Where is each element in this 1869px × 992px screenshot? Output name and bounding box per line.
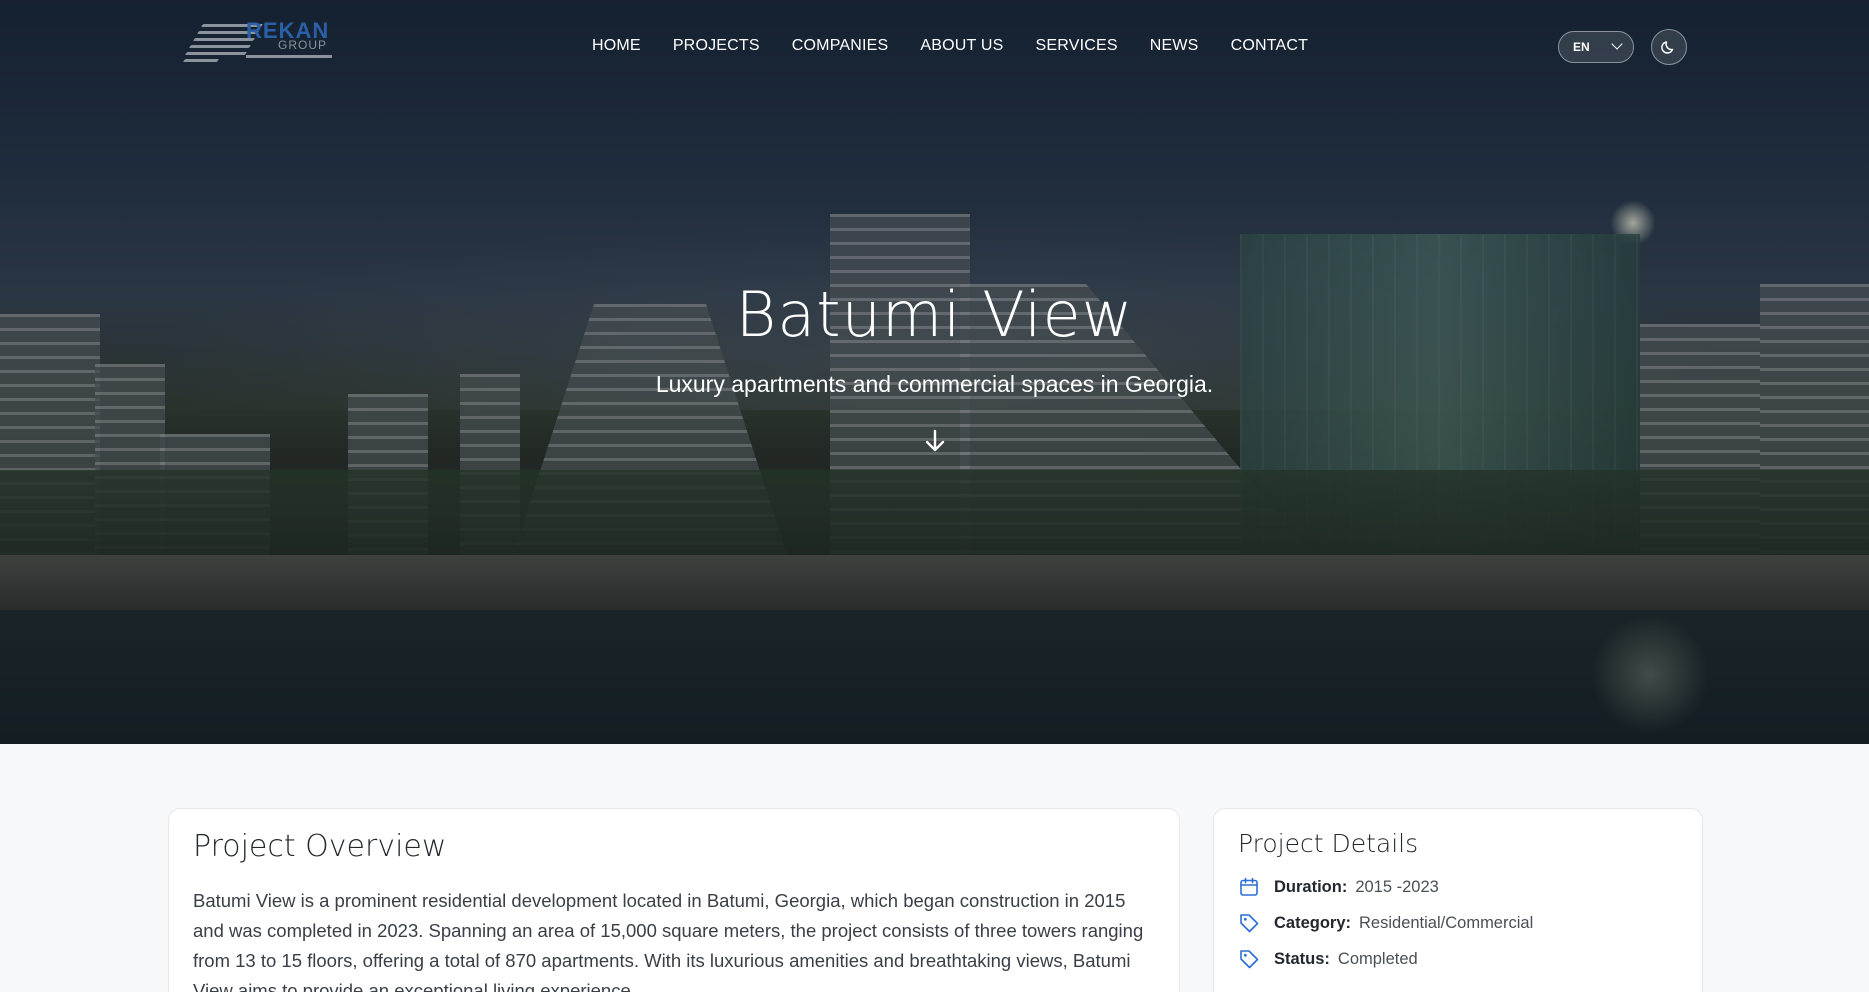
brand-logo[interactable]: REKAN GROUP <box>182 18 334 72</box>
detail-label: Duration: <box>1274 877 1348 896</box>
hero-subtitle: Luxury apartments and commercial spaces … <box>655 371 1214 397</box>
brand-underline <box>246 55 332 58</box>
nav-item-about-us[interactable]: ABOUT US <box>920 37 1003 55</box>
language-label: EN <box>1573 40 1590 54</box>
theme-toggle-button[interactable] <box>1651 29 1687 65</box>
detail-value: 2015 -2023 <box>1355 877 1439 896</box>
language-selector[interactable]: EN <box>1558 31 1634 63</box>
detail-value: Completed <box>1337 949 1418 968</box>
detail-row-duration: Duration: 2015 -2023 <box>1238 876 1678 898</box>
details-heading: Project Details <box>1238 829 1419 858</box>
moon-icon <box>1661 41 1674 54</box>
detail-label: Category: <box>1274 913 1352 932</box>
brand-sub: GROUP <box>278 38 328 52</box>
nav-item-contact[interactable]: CONTACT <box>1231 37 1309 55</box>
calendar-icon <box>1240 877 1258 896</box>
nav-item-projects[interactable]: PROJECTS <box>673 37 760 55</box>
detail-row-status: Status: Completed <box>1238 948 1678 970</box>
hero-title: Batumi View <box>735 278 1134 351</box>
chevron-down-icon <box>1611 38 1623 50</box>
detail-label: Status: <box>1274 949 1330 968</box>
detail-row-category: Category: Residential/Commercial <box>1238 912 1678 934</box>
detail-value: Residential/Commercial <box>1359 913 1534 932</box>
project-details-card: Project Details Duration: 2015 -2023 Cat… <box>1213 808 1703 992</box>
project-overview-card: Project Overview Batumi View is a promin… <box>168 808 1180 992</box>
tag-icon <box>1240 914 1259 933</box>
nav-item-services[interactable]: SERVICES <box>1036 37 1118 55</box>
logo-mark-icon <box>182 22 264 72</box>
nav-item-news[interactable]: NEWS <box>1150 37 1199 55</box>
overview-text: Batumi View is a prominent residential d… <box>193 890 1144 992</box>
overview-heading: Project Overview <box>193 829 447 864</box>
top-navigation: REKAN GROUP HOME PROJECTS COMPANIES ABOU… <box>0 0 1869 95</box>
main-menu: HOME PROJECTS COMPANIES ABOUT US SERVICE… <box>592 37 1340 55</box>
nav-item-home[interactable]: HOME <box>592 37 641 55</box>
nav-item-companies[interactable]: COMPANIES <box>792 37 889 55</box>
hero-section: Batumi View Luxury apartments and commer… <box>0 0 1869 744</box>
tag-icon <box>1240 950 1259 969</box>
arrow-down-icon[interactable] <box>922 428 948 454</box>
